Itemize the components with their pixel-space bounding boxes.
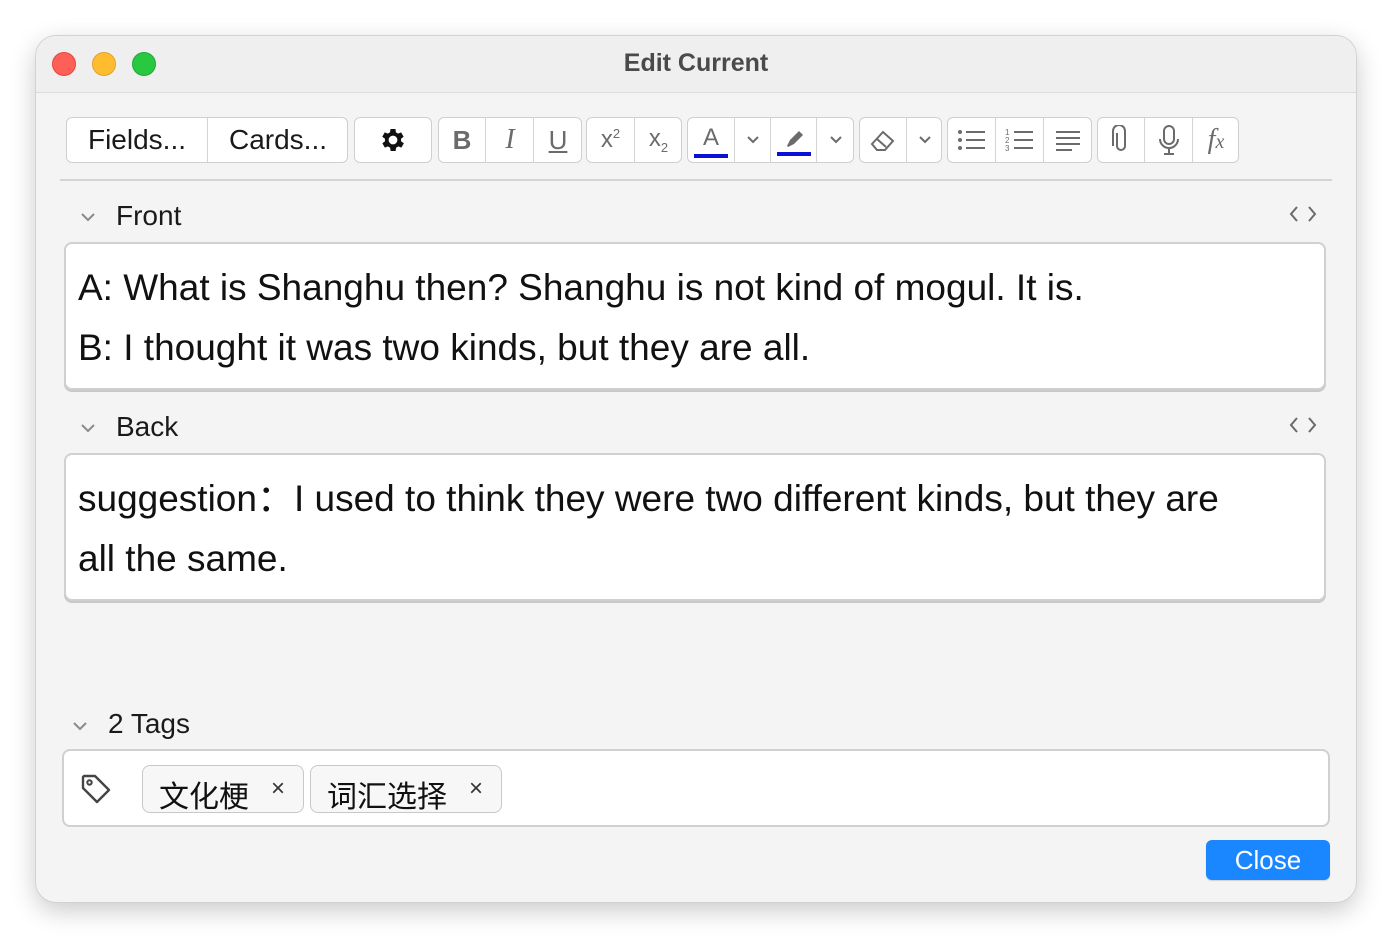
code-brackets-icon — [1289, 206, 1317, 222]
back-line: suggestion：I used to think they were two… — [78, 478, 1219, 519]
script-group: x2 x2 — [586, 117, 682, 163]
list-group: 123 — [947, 117, 1092, 163]
paperclip-icon — [1112, 125, 1126, 151]
alignment-button[interactable] — [1043, 118, 1092, 162]
microphone-icon — [1159, 125, 1179, 155]
collapse-chevron-icon[interactable] — [80, 211, 96, 223]
tag-icon — [81, 774, 111, 804]
toolbar-divider — [60, 179, 1332, 181]
chevron-down-icon — [918, 136, 931, 144]
underline-icon: U — [548, 124, 568, 155]
function-icon: fx — [1207, 124, 1225, 155]
bold-icon: B — [452, 124, 472, 155]
settings-button[interactable] — [354, 117, 432, 163]
tag-item[interactable]: 文化梗 × — [142, 765, 304, 814]
field-label-back: Back — [116, 411, 179, 442]
edit-current-window: Edit Current Fields... Cards... B I U x2… — [36, 36, 1356, 902]
superscript-icon: x2 — [600, 126, 621, 153]
media-group: fx — [1097, 117, 1239, 163]
title-bar: Edit Current — [36, 36, 1356, 93]
italic-button[interactable]: I — [485, 118, 534, 162]
chevron-down-icon — [829, 136, 842, 144]
clear-formatting-dropdown[interactable] — [906, 118, 942, 162]
field-label-front: Front — [116, 200, 182, 231]
unordered-list-button[interactable] — [948, 118, 995, 162]
front-editor[interactable]: A: What is Shanghu then? Shanghu is not … — [64, 242, 1326, 390]
window-title: Edit Current — [623, 49, 769, 77]
back-editor[interactable]: suggestion：I used to think they were two… — [64, 453, 1326, 601]
remove-tag-icon[interactable]: × — [271, 775, 285, 803]
html-editor-toggle-back[interactable] — [1288, 415, 1318, 441]
color-group: A — [687, 117, 854, 163]
numbered-list-icon: 123 — [1005, 128, 1033, 152]
chevron-down-icon — [747, 136, 759, 144]
front-line: B: I thought it was two kinds, but they … — [78, 327, 811, 368]
close-button[interactable]: Close — [1206, 840, 1330, 880]
tag-label: 文化梗 — [159, 781, 249, 814]
italic-icon: I — [505, 124, 515, 155]
bullet-list-icon — [957, 130, 985, 150]
record-audio-button[interactable] — [1144, 118, 1193, 162]
cards-button[interactable]: Cards... — [207, 118, 348, 162]
highlight-dropdown[interactable] — [816, 118, 854, 162]
text-color-icon: A — [702, 124, 719, 151]
fields-cards-group: Fields... Cards... — [66, 117, 348, 163]
equations-button[interactable]: fx — [1192, 118, 1239, 162]
align-left-icon — [1056, 131, 1080, 151]
text-color-swatch — [694, 154, 728, 158]
tag-label: 词汇选择 — [327, 781, 447, 814]
clear-formatting-button[interactable] — [860, 118, 906, 162]
back-line: all the same. — [78, 538, 288, 579]
text-color-button[interactable]: A — [688, 118, 734, 162]
underline-button[interactable]: U — [533, 118, 582, 162]
superscript-button[interactable]: x2 — [587, 118, 634, 162]
highlighter-icon — [787, 131, 803, 147]
ordered-list-button[interactable]: 123 — [995, 118, 1044, 162]
subscript-icon: x2 — [648, 125, 669, 155]
fields-button[interactable]: Fields... — [67, 118, 207, 162]
front-line: A: What is Shanghu then? Shanghu is not … — [78, 267, 1084, 308]
svg-text:3: 3 — [1005, 144, 1010, 152]
tag-item[interactable]: 词汇选择 × — [310, 765, 502, 814]
highlight-color-swatch — [777, 152, 811, 156]
text-style-group: B I U — [438, 117, 582, 163]
subscript-button[interactable]: x2 — [634, 118, 682, 162]
remove-tag-icon[interactable]: × — [469, 775, 483, 803]
bold-button[interactable]: B — [439, 118, 485, 162]
attach-button[interactable] — [1098, 118, 1144, 162]
collapse-chevron-icon[interactable] — [80, 422, 96, 434]
clear-format-group — [859, 117, 942, 163]
tags-header: 2 Tags — [108, 708, 190, 739]
highlight-button[interactable] — [770, 118, 817, 162]
code-brackets-icon — [1289, 417, 1317, 433]
tag-editor[interactable]: 文化梗 × 词汇选择 × — [62, 749, 1330, 827]
text-color-dropdown[interactable] — [734, 118, 771, 162]
html-editor-toggle-front[interactable] — [1288, 204, 1318, 230]
collapse-tags-chevron-icon[interactable] — [72, 720, 88, 732]
eraser-icon — [870, 130, 895, 151]
gear-icon — [382, 129, 404, 151]
